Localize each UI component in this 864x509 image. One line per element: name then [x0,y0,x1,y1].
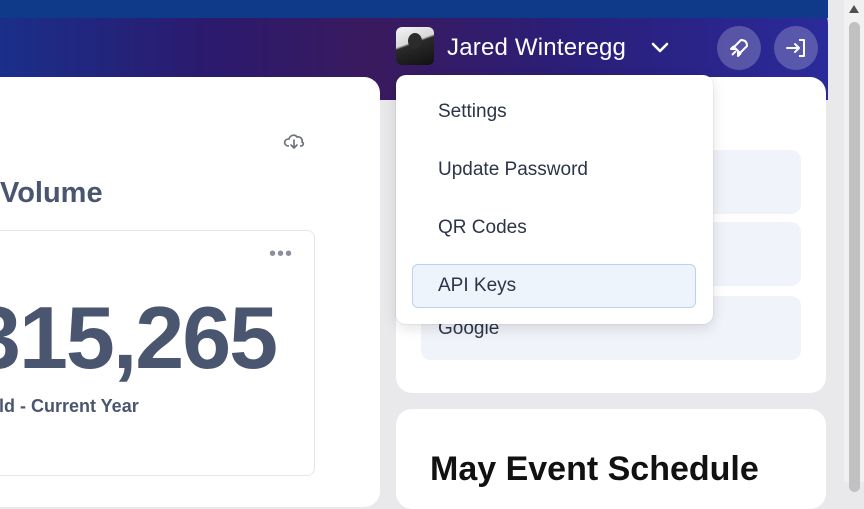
sign-out-icon [786,39,805,57]
rocket-icon [730,39,748,57]
sign-out-button[interactable] [774,26,818,70]
scrollbar-thumb[interactable] [849,22,860,492]
vertical-scrollbar[interactable] [844,0,864,492]
more-dots-icon[interactable]: ••• [269,243,293,266]
rocket-button[interactable] [717,26,761,70]
scroll-up-arrow-icon[interactable] [848,4,860,14]
user-avatar[interactable] [396,27,434,65]
menu-item-qr-codes[interactable]: QR Codes [412,206,696,250]
volume-title: Volume [0,177,103,209]
event-schedule-title: May Event Schedule [430,450,759,488]
user-name-label[interactable]: Jared Winteregg [447,33,626,63]
menu-item-update-password[interactable]: Update Password [412,148,696,192]
chevron-down-icon[interactable] [650,38,670,58]
stat-caption: old - Current Year [0,396,139,416]
user-dropdown-menu: Settings Update Password QR Codes API Ke… [396,75,713,324]
menu-item-settings[interactable]: Settings [412,90,696,134]
stat-value: 315,265 [0,288,278,387]
menu-item-api-keys[interactable]: API Keys [412,264,696,308]
cloud-download-icon[interactable] [283,132,305,150]
